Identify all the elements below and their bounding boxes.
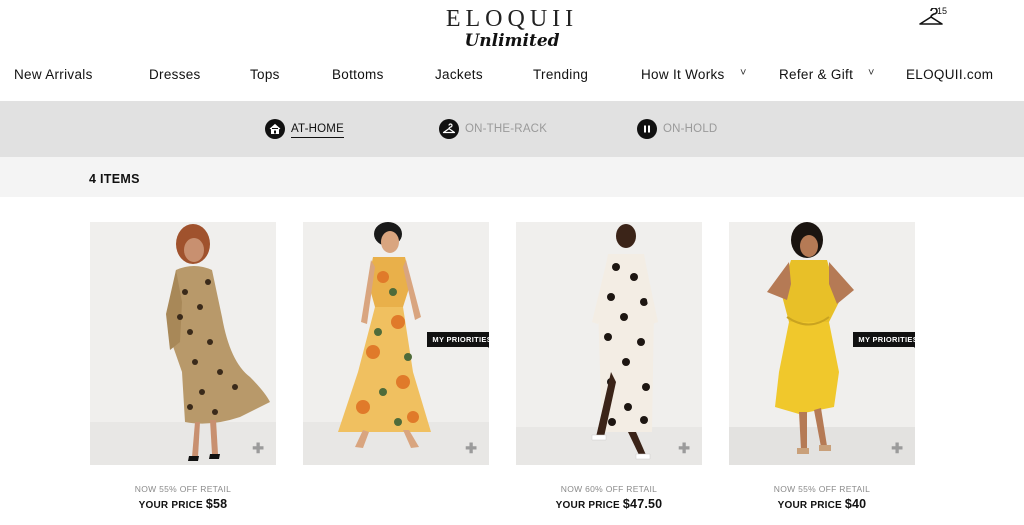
product-card[interactable]: ✚ NOW 60% OFF RETAIL YOUR PRICE $47.50 (516, 222, 702, 511)
product-card[interactable]: ✚ NOW 55% OFF RETAIL YOUR PRICE $58 (90, 222, 276, 511)
product-image[interactable]: ✚ (516, 222, 702, 465)
price-line: YOUR PRICE $40 (729, 497, 915, 511)
home-icon (265, 119, 285, 139)
product-image[interactable]: ✚ (90, 222, 276, 465)
product-card[interactable]: MY PRIORITIES ✚ NOW 55% OFF RETAIL YOUR … (729, 222, 915, 511)
price-value: $47.50 (622, 497, 663, 511)
discount-label: NOW 55% OFF RETAIL (134, 484, 232, 494)
priority-badge: MY PRIORITIES (853, 332, 915, 352)
discount-label: NOW 60% OFF RETAIL (560, 484, 658, 494)
tab-at-home[interactable]: AT-HOME (265, 117, 344, 141)
nav-refer-gift[interactable]: Refer & Gift (779, 67, 853, 82)
tab-on-hold-label: ON-HOLD (663, 123, 718, 135)
chevron-down-icon[interactable]: ˅ (740, 67, 746, 79)
main-nav: New Arrivals Dresses Tops Bottoms Jacket… (0, 67, 1024, 87)
price-label: YOUR PRICE (138, 500, 203, 511)
nav-tops[interactable]: Tops (250, 67, 280, 82)
add-icon[interactable]: ✚ (678, 441, 690, 455)
nav-jackets[interactable]: Jackets (435, 67, 483, 82)
price-value: $58 (205, 497, 228, 511)
price-value: $40 (844, 497, 867, 511)
hanger-count: 15 (937, 6, 948, 16)
product-image[interactable]: MY PRIORITIES ✚ (729, 222, 915, 465)
tab-on-hold[interactable]: ON-HOLD (637, 117, 717, 141)
nav-eloquii-com[interactable]: ELOQUII.com (906, 67, 993, 82)
hanger-icon (439, 119, 459, 139)
add-icon[interactable]: ✚ (465, 441, 477, 455)
nav-bottoms[interactable]: Bottoms (332, 67, 384, 82)
nav-trending[interactable]: Trending (533, 67, 588, 82)
pause-icon (637, 119, 657, 139)
price-line: YOUR PRICE $58 (90, 497, 276, 511)
tab-on-the-rack-label: ON-THE-RACK (465, 123, 548, 135)
tab-on-the-rack[interactable]: ON-THE-RACK (439, 117, 547, 141)
model-photo (90, 224, 276, 465)
tab-at-home-label: AT-HOME (291, 123, 344, 138)
status-tabbar: AT-HOME ON-THE-RACK ON-HOLD (0, 101, 1024, 157)
price-label: YOUR PRICE (555, 500, 620, 511)
model-photo (516, 224, 702, 465)
priority-badge: MY PRIORITIES (427, 332, 489, 352)
price-line: YOUR PRICE $47.50 (516, 497, 702, 511)
brand-subname: Unlimited (464, 31, 560, 51)
nav-how-it-works[interactable]: How It Works (641, 67, 725, 82)
brand-name: ELOQUII (445, 6, 579, 32)
chevron-down-icon[interactable]: ˅ (868, 67, 874, 79)
product-card[interactable]: MY PRIORITIES ✚ (303, 222, 489, 465)
items-count: 4 ITEMS (89, 172, 140, 186)
product-image[interactable]: MY PRIORITIES ✚ (303, 222, 489, 465)
nav-dresses[interactable]: Dresses (149, 67, 201, 82)
add-icon[interactable]: ✚ (891, 441, 903, 455)
add-icon[interactable]: ✚ (252, 441, 264, 455)
nav-new-arrivals[interactable]: New Arrivals (14, 67, 93, 82)
price-label: YOUR PRICE (777, 500, 842, 511)
brand-logo[interactable]: ELOQUII Unlimited (0, 6, 1024, 50)
discount-label: NOW 55% OFF RETAIL (773, 484, 871, 494)
items-count-bar: 4 ITEMS (0, 157, 1024, 197)
